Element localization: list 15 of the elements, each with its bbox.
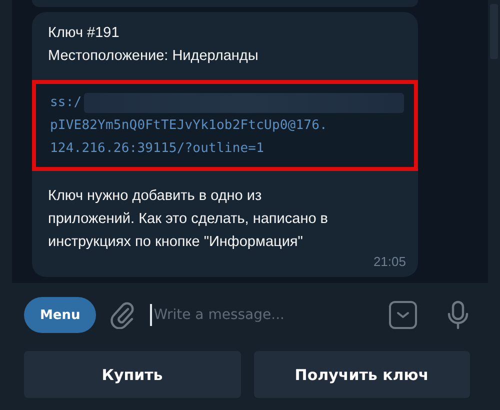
keyboard-button[interactable]: Получить ключ: [254, 351, 470, 398]
message-input[interactable]: Write a message...: [152, 306, 374, 324]
attach-icon[interactable]: [110, 301, 136, 329]
keyboard-toggle-icon[interactable]: [388, 300, 418, 330]
key-text: 124.216.26:39115/?outline=1: [50, 140, 264, 158]
key-text: pIVE82Ym5nQ0FtTEJvYk1ob2FtcUp0@176.: [50, 117, 328, 135]
message-text: Ключ #191: [48, 24, 120, 43]
text-cursor: [150, 304, 152, 326]
key-text: ss:/: [50, 94, 82, 112]
menu-button[interactable]: Menu: [24, 297, 96, 333]
message-time: 21:05: [373, 254, 406, 269]
microphone-icon[interactable]: [446, 300, 470, 330]
message-text: Местоположение: Нидерланды: [48, 47, 260, 66]
keyboard-button[interactable]: Купить: [24, 351, 240, 398]
message-text: Ключ нужно добавить в одно из приложений. Как это сделать, написано в инструкциях по кнопке "Информация": [47, 187, 329, 252]
